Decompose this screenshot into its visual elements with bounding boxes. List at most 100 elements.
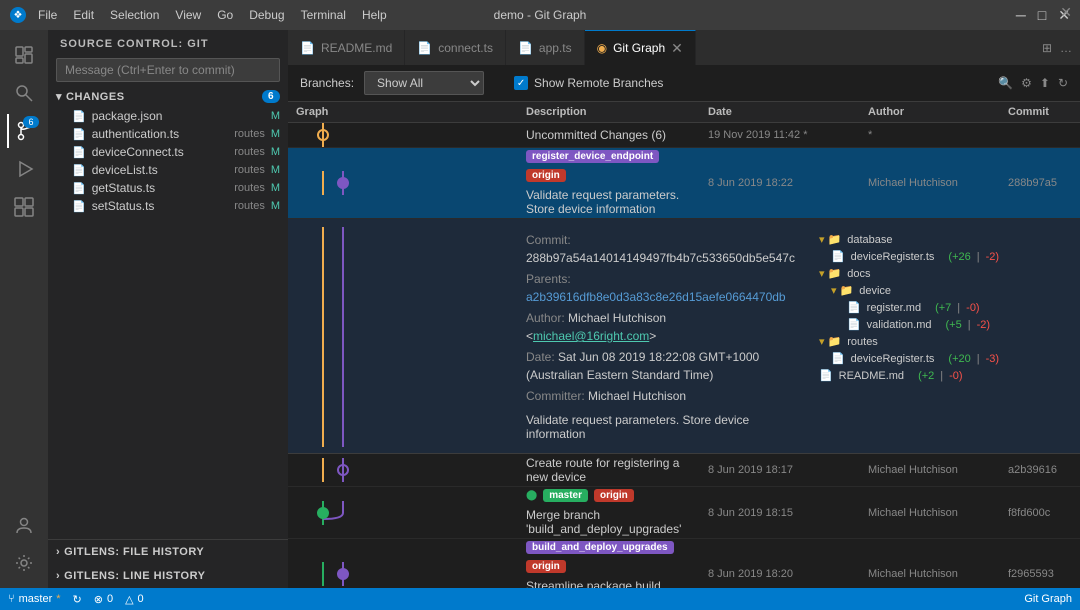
tab-readme[interactable]: 📄 README.md <box>288 30 405 65</box>
git-graph-area[interactable]: Graph Description Date Author Commit Unc… <box>288 102 1080 588</box>
graph-lines-f8fd600c <box>288 501 518 525</box>
file-icon: 📄 <box>72 164 86 177</box>
file-name: setStatus.ts <box>92 199 229 213</box>
debug-icon[interactable] <box>7 152 41 186</box>
separator: | <box>977 251 980 263</box>
uncommitted-label: Uncommitted Changes (6) <box>526 128 666 142</box>
main-layout: 6 SOURCE CONTROL: GIT Message (Ctrl+Ente… <box>0 30 1080 588</box>
author-a2b39616: Michael Hutchison <box>860 464 1000 476</box>
column-date: Date <box>700 106 860 118</box>
refresh-icon[interactable]: ↻ <box>1058 76 1068 90</box>
file-name: deviceRegister.ts <box>851 251 935 263</box>
tab-bar-actions: ⊞ … <box>1042 30 1080 65</box>
commit-row-f8fd600c[interactable]: ⬤ master origin Merge branch 'build_and_… <box>288 487 1080 539</box>
tab-app[interactable]: 📄 app.ts <box>506 30 585 65</box>
menu-selection[interactable]: Selection <box>110 8 159 22</box>
date-uncommitted: 19 Nov 2019 11:42 * <box>700 129 860 141</box>
file-status: M <box>271 128 280 140</box>
changes-section-header[interactable]: ▾ CHANGES 6 <box>48 86 288 107</box>
file-path: routes <box>234 146 265 158</box>
added-count: (+26 <box>948 251 970 263</box>
extensions-icon[interactable] <box>7 190 41 224</box>
menu-edit[interactable]: Edit <box>73 8 94 22</box>
file-item-devicelist[interactable]: 📄 deviceList.ts routes M <box>48 161 288 179</box>
branch-status[interactable]: ⑂ master * <box>8 593 61 605</box>
column-author: Author <box>860 106 1000 118</box>
menu-debug[interactable]: Debug <box>249 8 284 22</box>
commit-message: Validate request parameters. Store devic… <box>526 188 692 216</box>
author-f2965593: Michael Hutchison <box>860 568 1000 580</box>
commit-message-input[interactable]: Message (Ctrl+Enter to commit) <box>56 58 280 82</box>
commit-row-288b97a5[interactable]: register_device_endpoint origin Validate… <box>288 148 1080 219</box>
account-icon[interactable] <box>7 508 41 542</box>
more-actions-icon[interactable]: … <box>1060 41 1072 55</box>
errors-status[interactable]: ⊗ 0 △ 0 <box>94 593 144 606</box>
expand-commit-hash: 288b97a54a14014149497fb4b7c533650db5e547… <box>526 251 795 265</box>
gitlens-file-history[interactable]: › GITLENS: FILE HISTORY <box>48 540 288 564</box>
toolbar-icons: 🔍 ⚙ ⬆ ↻ <box>998 76 1068 90</box>
settings-icon[interactable] <box>7 546 41 580</box>
file-name: deviceRegister.ts <box>851 353 935 365</box>
sync-status[interactable]: ↻ <box>73 593 82 606</box>
show-remote-checkbox-container[interactable]: ✓ Show Remote Branches <box>514 76 663 90</box>
file-icon: 📄 <box>417 41 432 55</box>
folder-database[interactable]: ▾ 📁 database <box>815 231 1080 248</box>
commit-hash-field: Commit: 288b97a54a14014149497fb4b7c53365… <box>526 231 795 267</box>
file-register-md[interactable]: 📄 register.md (+7 | -0) <box>815 299 1080 316</box>
folder-name: database <box>847 234 892 246</box>
menu-terminal[interactable]: Terminal <box>301 8 346 22</box>
file-item-deviceconnect[interactable]: 📄 deviceConnect.ts routes M <box>48 143 288 161</box>
expand-content: Commit: 288b97a54a14014149497fb4b7c53365… <box>518 227 1080 445</box>
folder-device[interactable]: ▾ 📁 device <box>815 282 1080 299</box>
tab-connect[interactable]: 📄 connect.ts <box>405 30 506 65</box>
file-deviceregister-routes[interactable]: 📄 deviceRegister.ts (+20 | -3) <box>815 350 1080 367</box>
separator: | <box>957 302 960 314</box>
file-icon: 📄 <box>72 182 86 195</box>
maximize-button[interactable]: □ <box>1038 7 1046 24</box>
file-item-setstatus[interactable]: 📄 setStatus.ts routes M <box>48 197 288 215</box>
commit-row-a2b39616[interactable]: Create route for registering a new devic… <box>288 454 1080 487</box>
file-icon: 📄 <box>819 369 833 382</box>
search-icon[interactable] <box>7 76 41 110</box>
menu-help[interactable]: Help <box>362 8 387 22</box>
expand-author-email[interactable]: michael@16right.com <box>533 329 649 343</box>
file-icon: 📄 <box>847 318 861 331</box>
file-item-getstatus[interactable]: 📄 getStatus.ts routes M <box>48 179 288 197</box>
file-validation-md[interactable]: 📄 validation.md (+5 | -2) <box>815 316 1080 333</box>
file-item-package[interactable]: 📄 package.json M <box>48 107 288 125</box>
minimize-button[interactable]: ─ <box>1016 7 1026 24</box>
menu-file[interactable]: File <box>38 8 57 22</box>
title-bar-menu[interactable]: File Edit Selection View Go Debug Termin… <box>38 8 387 22</box>
split-editor-icon[interactable]: ⊞ <box>1042 41 1052 55</box>
tab-close-button[interactable]: ✕ <box>671 40 683 57</box>
folder-routes[interactable]: ▾ 📁 routes <box>815 333 1080 350</box>
title-bar-left: ❖ File Edit Selection View Go Debug Term… <box>10 7 387 23</box>
folder-docs[interactable]: ▾ 📁 docs <box>815 265 1080 282</box>
status-bar: ⑂ master * ↻ ⊗ 0 △ 0 Git Graph <box>0 588 1080 610</box>
file-readme[interactable]: 📄 README.md (+2 | -0) <box>815 367 1080 384</box>
file-icon: 📄 <box>72 146 86 159</box>
menu-go[interactable]: Go <box>217 8 233 22</box>
branch-tag-register: register_device_endpoint <box>526 150 659 163</box>
source-control-icon[interactable]: 6 <box>7 114 41 148</box>
tab-git-graph[interactable]: ◉ Git Graph ✕ <box>585 30 696 65</box>
show-remote-checkbox[interactable]: ✓ <box>514 76 528 90</box>
search-commits-icon[interactable]: 🔍 <box>998 76 1013 90</box>
fetch-icon[interactable]: ⬆ <box>1040 76 1050 90</box>
expand-author: Michael Hutchison <box>568 311 666 325</box>
desc-a2b39616: Create route for registering a new devic… <box>518 454 700 486</box>
warning-icon: △ <box>125 593 133 606</box>
expand-date: Sat Jun 08 2019 18:22:08 GMT+1000 (Austr… <box>526 350 759 382</box>
commit-row-f2965593[interactable]: build_and_deploy_upgrades origin Streaml… <box>288 539 1080 588</box>
file-name: deviceList.ts <box>92 163 229 177</box>
commit-row-uncommitted[interactable]: Uncommitted Changes (6) 19 Nov 2019 11:4… <box>288 123 1080 148</box>
gitlens-line-history[interactable]: › GITLENS: LINE HISTORY <box>48 564 288 588</box>
settings-icon[interactable]: ⚙ <box>1021 76 1032 90</box>
branch-tag-origin: origin <box>594 489 634 502</box>
file-deviceregister-db[interactable]: 📄 deviceRegister.ts (+26 | -2) <box>815 248 1080 265</box>
commit-message: Merge branch 'build_and_deploy_upgrades' <box>526 508 692 536</box>
file-item-auth[interactable]: 📄 authentication.ts routes M <box>48 125 288 143</box>
explorer-icon[interactable] <box>7 38 41 72</box>
branches-select[interactable]: Show All <box>364 71 484 95</box>
menu-view[interactable]: View <box>175 8 201 22</box>
